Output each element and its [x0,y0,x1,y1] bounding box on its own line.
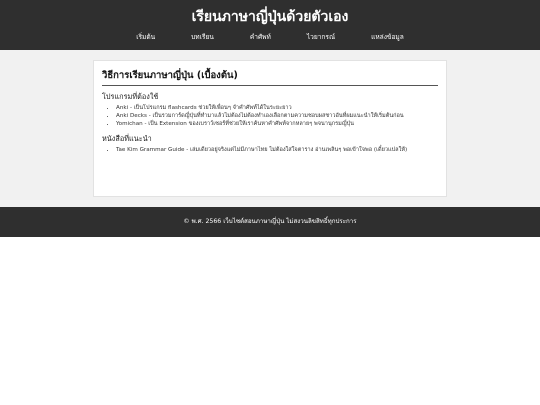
software-list: Anki - เป็นโปรแกรม flashcards ช่วยให้เพื… [102,105,438,128]
list-item: Yomichan - เป็น Extension ของเบราว์เซอร์… [116,121,438,129]
footer-text: © พ.ศ. 2566 เว็บไซต์สอนภาษาญี่ปุ่น ไม่สง… [183,218,357,225]
nav-link-resources[interactable]: แหล่งข้อมูล [353,33,422,42]
list-item: Anki Decks - เป็นรวมการ์ดญี่ปุ่นที่ทำมาแ… [116,113,438,121]
books-list: Tae Kim Grammar Guide - เล่มเดียวอยู่จริ… [102,147,438,155]
main-nav: เริ่มต้น บทเรียน คำศัพท์ ไวยากรณ์ แหล่งข… [0,33,540,42]
site-title: เรียนภาษาญี่ปุ่นด้วยตัวเอง [191,9,349,25]
nav-link-vocabulary[interactable]: คำศัพท์ [232,33,289,42]
article-card: วิธีการเรียนภาษาญี่ปุ่น (เบื้องต้น) โปรแ… [93,60,447,197]
nav-link-start[interactable]: เริ่มต้น [118,33,173,42]
article-title: วิธีการเรียนภาษาญี่ปุ่น (เบื้องต้น) [102,70,438,86]
list-item: Anki - เป็นโปรแกรม flashcards ช่วยให้เพื… [116,105,438,113]
list-item: Tae Kim Grammar Guide - เล่มเดียวอยู่จริ… [116,147,438,155]
nav-link-lessons[interactable]: บทเรียน [173,33,232,42]
site-header: เรียนภาษาญี่ปุ่นด้วยตัวเอง เริ่มต้น บทเร… [0,0,540,50]
section-heading-books: หนังสือที่แนะนำ [102,134,152,144]
site-footer: © พ.ศ. 2566 เว็บไซต์สอนภาษาญี่ปุ่น ไม่สง… [0,207,540,237]
main-content: วิธีการเรียนภาษาญี่ปุ่น (เบื้องต้น) โปรแ… [0,50,540,207]
section-heading-software: โปรแกรมที่ต้องใช้ [102,92,159,101]
nav-link-grammar[interactable]: ไวยากรณ์ [289,33,353,42]
